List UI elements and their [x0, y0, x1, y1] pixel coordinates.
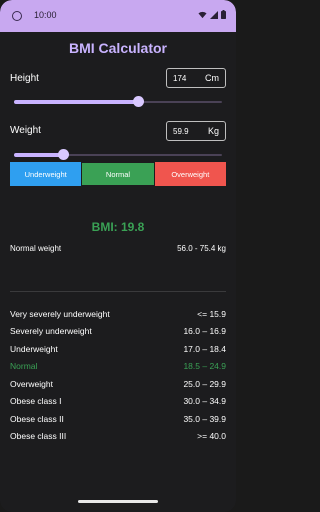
home-indicator[interactable]	[78, 500, 158, 503]
page-title: BMI Calculator	[68, 40, 167, 56]
class-range: 18.5 – 24.9	[183, 361, 226, 372]
category-bar: Underweight Normal Overweight	[10, 162, 226, 186]
notification-dot-icon	[12, 11, 22, 21]
class-range: >= 40.0	[197, 431, 226, 442]
divider	[10, 291, 226, 292]
app-screen: 10:00 BMI Calculator Height 174 Cm Weigh…	[0, 0, 236, 512]
weight-slider-thumb[interactable]	[58, 149, 70, 160]
class-name: Obese class II	[10, 413, 64, 424]
class-name: Obese class III	[10, 431, 67, 442]
status-bar: 10:00	[0, 0, 236, 32]
weight-slider-fill	[14, 153, 64, 157]
table-row: Obese class I 30.0 – 34.9	[10, 393, 226, 411]
class-name: Very severely underweight	[10, 308, 110, 319]
class-name: Severely underweight	[10, 326, 92, 337]
class-range: 35.0 – 39.9	[183, 413, 226, 424]
weight-unit: Kg	[207, 126, 219, 136]
weight-field[interactable]: 59.9 Kg	[166, 121, 226, 141]
class-name: Underweight	[10, 343, 58, 354]
weight-slider[interactable]	[14, 149, 222, 161]
wifi-icon	[198, 11, 207, 18]
height-field[interactable]: 174 Cm	[166, 68, 226, 88]
weight-value: 59.9	[173, 126, 189, 136]
height-slider-fill	[14, 100, 139, 104]
table-row: Very severely underweight <= 15.9	[10, 305, 226, 323]
category-overweight: Overweight	[154, 162, 226, 186]
bmi-class-table: Very severely underweight <= 15.9 Severely…	[10, 305, 226, 445]
class-range: 25.0 – 29.9	[183, 378, 226, 389]
table-row: Severely underweight 16.0 – 16.9	[10, 323, 226, 341]
table-row: Underweight 17.0 – 18.4	[10, 340, 226, 358]
normal-weight-row: Normal weight 56.0 - 75.4 kg	[10, 244, 226, 256]
class-name: Overweight	[10, 378, 53, 389]
weight-label: Weight	[10, 125, 41, 136]
normal-weight-label: Normal weight	[10, 244, 62, 253]
category-normal: Normal	[81, 162, 155, 186]
category-underweight: Underweight	[10, 162, 82, 186]
battery-icon	[221, 10, 226, 19]
height-value: 174	[173, 73, 187, 83]
status-icons	[198, 10, 226, 19]
class-range: 16.0 – 16.9	[183, 326, 226, 337]
bmi-result: BMI: 19.8	[91, 220, 145, 234]
normal-weight-range: 56.0 - 75.4 kg	[177, 244, 226, 253]
height-unit: Cm	[205, 73, 219, 83]
signal-icon	[210, 10, 218, 19]
table-row: Obese class III >= 40.0	[10, 428, 226, 446]
height-slider[interactable]	[14, 96, 222, 108]
height-slider-thumb[interactable]	[133, 96, 145, 107]
class-name: Obese class I	[10, 396, 62, 407]
class-name: Normal	[10, 361, 38, 372]
class-range: 30.0 – 34.9	[183, 396, 226, 407]
table-row: Overweight 25.0 – 29.9	[10, 375, 226, 393]
class-range: 17.0 – 18.4	[183, 343, 226, 354]
class-range: <= 15.9	[197, 308, 226, 319]
table-row: Obese class II 35.0 – 39.9	[10, 410, 226, 428]
status-time: 10:00	[34, 10, 57, 20]
height-label: Height	[10, 73, 39, 84]
table-row: Normal 18.5 – 24.9	[10, 358, 226, 376]
